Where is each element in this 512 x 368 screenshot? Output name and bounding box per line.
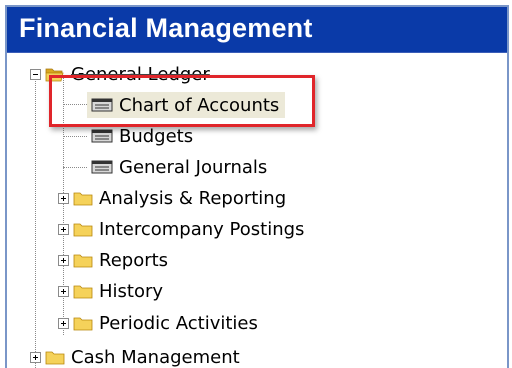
collapse-icon[interactable]: [30, 68, 41, 80]
tree-node-label: General Journals: [119, 156, 268, 178]
tree-connector: [63, 136, 87, 137]
red-highlight-box: [49, 75, 315, 127]
folder-icon: [45, 351, 65, 365]
tree-node-cash-management[interactable]: Cash Management: [30, 342, 240, 368]
tree-node-history[interactable]: History: [58, 276, 163, 306]
folder-icon: [73, 317, 93, 331]
expand-icon[interactable]: [58, 223, 69, 235]
tree-node-intercompany-postings[interactable]: Intercompany Postings: [58, 214, 304, 244]
tree-node-label: Analysis & Reporting: [99, 187, 287, 209]
expand-icon[interactable]: [58, 285, 69, 297]
form-icon: [91, 129, 113, 143]
panel-header: Financial Management: [7, 7, 507, 53]
tree-node-label: Reports: [99, 249, 169, 271]
form-icon: [91, 160, 113, 174]
expand-icon[interactable]: [30, 351, 41, 363]
folder-icon: [73, 285, 93, 299]
panel-title: Financial Management: [19, 13, 313, 43]
expand-icon[interactable]: [58, 317, 69, 329]
tree-connector: [63, 167, 87, 168]
folder-icon: [73, 223, 93, 237]
tree-node-label: Periodic Activities: [99, 312, 258, 334]
tree-node-periodic-activities[interactable]: Periodic Activities: [58, 308, 258, 338]
tree-node-label: Cash Management: [71, 346, 240, 368]
folder-icon: [73, 254, 93, 268]
tree-node-reports[interactable]: Reports: [58, 245, 168, 275]
financial-management-panel: Financial Management General Ledger Char…: [5, 5, 509, 368]
tree-connector: [35, 75, 36, 368]
folder-icon: [73, 192, 93, 206]
tree-node-general-journals[interactable]: General Journals: [91, 152, 267, 182]
tree-node-label: Intercompany Postings: [99, 218, 305, 240]
expand-icon[interactable]: [58, 192, 69, 204]
tree-node-analysis-reporting[interactable]: Analysis & Reporting: [58, 183, 286, 213]
tree-node-label: Budgets: [119, 125, 194, 147]
tree-node-label: History: [99, 280, 164, 302]
expand-icon[interactable]: [58, 254, 69, 266]
